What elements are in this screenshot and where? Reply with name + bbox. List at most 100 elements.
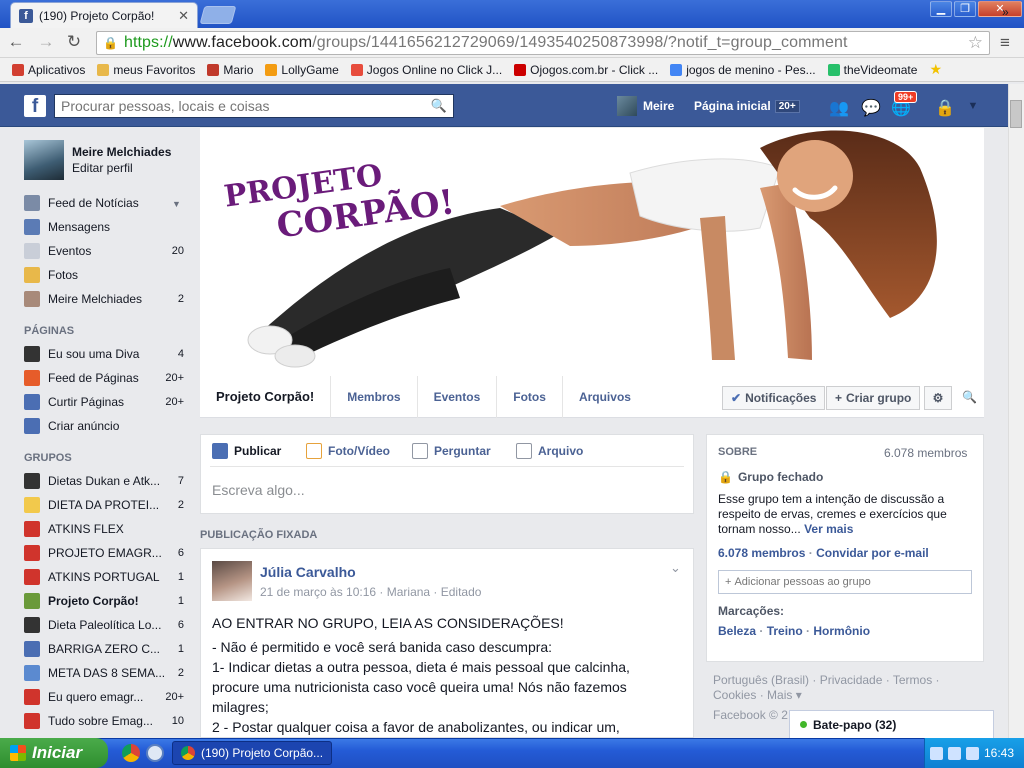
sidebar-item-label: Tudo sobre Emag... [48,714,153,728]
sidebar-item[interactable]: DIETA DA PROTEI... 2 [24,495,184,515]
bookmark-item[interactable]: Mario [201,63,259,77]
page-scrollbar[interactable] [1008,84,1024,738]
tray-volume-icon[interactable] [947,746,961,760]
start-button[interactable]: Iniciar [0,738,108,768]
notifications-button[interactable]: ✔ Notificações [722,386,826,410]
footer-links[interactable]: Português (Brasil) · Privacidade · Termo… [713,673,983,688]
sidebar-item[interactable]: Curtir Páginas 20+ [24,392,184,412]
bookmark-item[interactable]: Ojogos.com.br - Click ... [508,63,664,77]
maximize-button[interactable]: ❐ [954,1,976,17]
footer-links[interactable]: Cookies · Mais ▾ [713,688,983,703]
sidebar-item[interactable]: Meire Melchiades 2 [24,289,184,309]
sidebar-item-label: META DAS 8 SEMA... [48,666,166,680]
minimize-button[interactable]: ▁ [930,1,952,17]
sidebar-item[interactable]: Eu quero emagr... 20+ [24,687,184,707]
add-people-input[interactable]: + Adicionar pessoas ao grupo [718,570,972,594]
tray-network-icon[interactable] [929,746,943,760]
bookmark-star-icon[interactable]: ★ [929,61,942,78]
sidebar-item[interactable]: ATKINS FLEX [24,519,184,539]
sidebar-item[interactable]: ATKINS PORTUGAL 1 [24,567,184,587]
search-group-icon[interactable]: 🔍 [962,390,977,404]
search-icon[interactable]: 🔍 [431,98,447,114]
tag-link[interactable]: Treino [767,624,803,638]
close-window-button[interactable]: ✕ [978,1,1022,17]
sidebar-item[interactable]: META DAS 8 SEMA... 2 [24,663,184,683]
sidebar-item[interactable]: Dietas Dukan e Atk... 7 [24,471,184,491]
tag-link[interactable]: Beleza [718,624,756,638]
profile-avatar[interactable] [24,140,64,180]
post-author-avatar[interactable] [212,561,252,601]
chrome-quicklaunch-icon[interactable] [122,744,140,762]
sidebar-item[interactable]: Criar anúncio [24,416,184,436]
composer-input[interactable]: Escreva algo... [212,482,305,498]
bookmarks-more-icon[interactable]: » [1002,5,1009,19]
post-line: - Não é permitido e você será banida cas… [212,639,553,655]
composer-tab-ask[interactable]: Perguntar [412,443,491,459]
sidebar-item[interactable]: Feed de Notícias [24,193,184,213]
tray-update-icon[interactable] [965,746,979,760]
close-tab-icon[interactable]: ✕ [178,8,189,24]
tab-events[interactable]: Eventos [418,375,498,418]
settings-gear-icon[interactable]: ⚙ [924,386,952,410]
sidebar-item[interactable]: Tudo sobre Emag... 10 [24,711,184,731]
see-more-link[interactable]: Ver mais [804,522,853,536]
chat-bar[interactable]: Bate-papo (32) [789,710,994,738]
sidebar-item[interactable]: Dieta Paleolítica Lo... 6 [24,615,184,635]
browser-menu-icon[interactable]: ≡ [1000,33,1010,53]
facebook-logo-icon[interactable]: f [24,95,46,117]
edit-profile-link[interactable]: Editar perfil [72,161,133,175]
privacy-shortcuts-icon[interactable]: 🔒 [934,98,956,117]
new-tab-button[interactable] [199,6,237,24]
search-input[interactable] [61,98,431,114]
bookmark-item[interactable]: LollyGame [259,63,344,77]
create-group-button[interactable]: + Criar grupo [826,386,921,410]
bookmark-star-icon[interactable]: ☆ [968,33,983,53]
sidebar-item[interactable]: Projeto Corpão! 1 [24,591,184,611]
bookmark-item[interactable]: Jogos Online no Click J... [345,63,508,77]
back-arrow-icon[interactable]: ← [6,32,26,52]
post-options-chevron-down-icon[interactable]: ⌄ [670,560,681,576]
tab-group-name[interactable]: Projeto Corpão! [200,375,332,418]
tab-members[interactable]: Membros [331,375,418,418]
bookmark-item[interactable]: theVideomate [822,63,924,77]
tag-link[interactable]: Hormônio [813,624,870,638]
sidebar-item-label: Fotos [48,268,79,282]
tab-files[interactable]: Arquivos [563,376,647,418]
account-menu-chevron-down-icon[interactable]: ▼ [962,100,984,118]
sidebar-item[interactable]: Eu sou uma Diva 4 [24,344,184,364]
sidebar-item[interactable]: Fotos [24,265,184,285]
friend-requests-icon[interactable]: 👥 [828,98,850,117]
taskbar-window-item[interactable]: (190) Projeto Corpão... [172,741,332,765]
sidebar-item[interactable]: Feed de Páginas 20+ [24,368,184,388]
bookmark-item[interactable]: meus Favoritos [91,63,201,77]
composer-tab-publish[interactable]: Publicar [212,443,281,459]
like-icon [24,394,40,410]
sidebar-item[interactable]: Mensagens [24,217,184,237]
composer-tab-photo-video[interactable]: Foto/Vídeo [306,443,390,459]
reload-icon[interactable]: ↻ [64,32,84,52]
post-author-link[interactable]: Júlia Carvalho [260,564,356,580]
sidebar-item[interactable]: BARRIGA ZERO C... 1 [24,639,184,659]
media-player-quicklaunch-icon[interactable] [146,744,164,762]
feed-options-chevron-down-icon[interactable]: ▼ [172,199,181,209]
invite-email-link[interactable]: Convidar por e-mail [816,546,929,560]
composer-tab-file[interactable]: Arquivo [516,443,583,459]
forward-arrow-icon[interactable]: → [36,32,56,52]
bookmark-item[interactable]: jogos de menino - Pes... [664,63,821,77]
browser-tab[interactable]: f (190) Projeto Corpão! ✕ [10,2,198,28]
home-link[interactable]: Página inicial 20+ [694,99,800,113]
sidebar-item[interactable]: Eventos 20 [24,241,184,261]
bookmark-favicon-icon [514,63,527,76]
url-text[interactable]: https://www.facebook.com/groups/14416562… [124,34,962,52]
cover-photo[interactable] [200,128,984,376]
members-link[interactable]: 6.078 membros [718,546,805,560]
messages-icon[interactable]: 💬 [860,98,882,117]
scrollbar-thumb[interactable] [1010,100,1022,128]
bookmark-item[interactable]: Aplicativos [6,63,91,77]
sidebar-item[interactable]: PROJETO EMAGR... 6 [24,543,184,563]
profile-name-link[interactable]: Meire Melchiades [72,145,171,159]
graduation-cap-icon [24,617,40,633]
tab-photos[interactable]: Fotos [497,375,563,418]
address-bar[interactable]: 🔒 https://www.facebook.com/groups/144165… [96,31,990,55]
header-profile-link[interactable]: Meire [617,96,674,116]
